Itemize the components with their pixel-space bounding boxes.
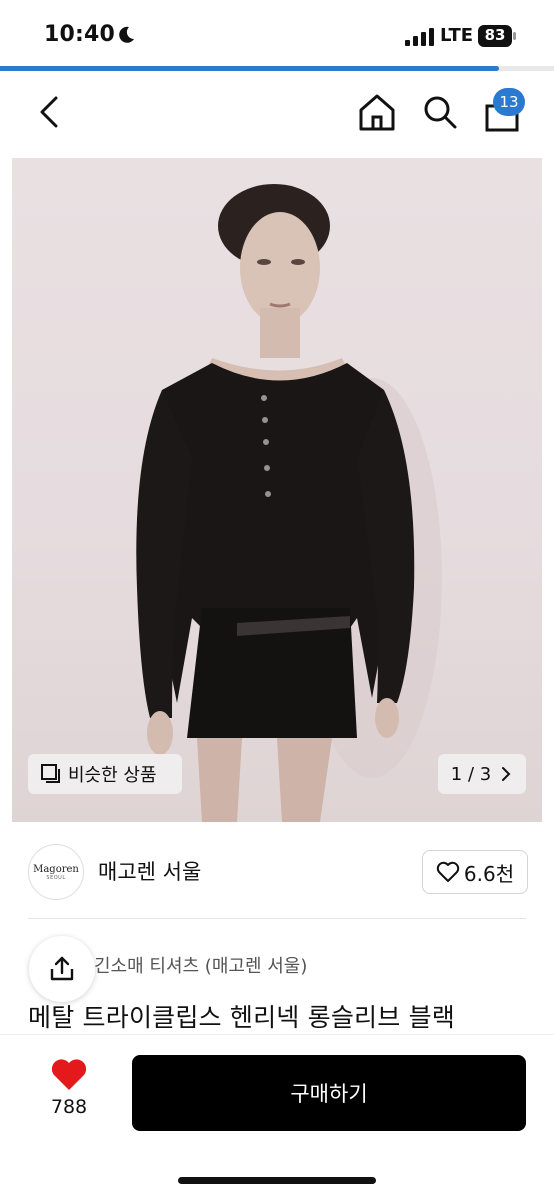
similar-products-label: 비슷한 상품 (68, 765, 157, 786)
network-label: LTE (440, 25, 474, 46)
divider (28, 918, 526, 919)
home-indicator (178, 1177, 376, 1184)
share-button[interactable] (29, 936, 95, 1002)
brand-like-button[interactable]: 6.6천 (422, 850, 528, 894)
product-category[interactable]: 긴소매 티셔츠 (매고렌 서울) (94, 952, 307, 978)
chevron-right-icon (502, 767, 511, 781)
similar-products-button[interactable]: 비슷한 상품 (28, 754, 182, 794)
progress-fill (0, 66, 499, 71)
wish-count: 788 (50, 1096, 88, 1118)
signal-icon (405, 28, 434, 46)
brand-logo-sub: SEOUL (46, 874, 66, 881)
heart-filled-icon (51, 1059, 87, 1090)
cart-count-badge: 13 (493, 88, 525, 116)
progress-bar (0, 66, 554, 71)
brand-name[interactable]: 매고렌 서울 (98, 856, 201, 886)
search-icon[interactable] (420, 92, 460, 132)
page-indicator[interactable]: 1 / 3 (438, 754, 526, 794)
product-photo (136, 184, 442, 822)
similar-icon (41, 764, 60, 783)
page-indicator-text: 1 / 3 (450, 763, 492, 785)
brand-logo-text: Magoren (33, 863, 79, 875)
battery-icon: 83 (478, 25, 518, 47)
brand-like-count: 6.6천 (463, 861, 515, 886)
back-icon[interactable] (30, 92, 70, 132)
product-title: 메탈 트라이클립스 헨리넥 롱슬리브 블랙 (28, 1003, 455, 1032)
brand-logo[interactable]: Magoren SEOUL (28, 844, 84, 900)
home-icon[interactable] (357, 92, 397, 132)
product-image[interactable]: 비슷한 상품 1 / 3 (12, 158, 542, 822)
buy-button[interactable]: 구매하기 (132, 1055, 526, 1131)
wish-button[interactable]: 788 (40, 1058, 98, 1128)
status-time: 10:40 (44, 22, 116, 47)
heart-outline-icon (436, 861, 460, 882)
share-icon (50, 956, 74, 981)
battery-level: 83 (484, 26, 506, 44)
moon-icon (119, 26, 134, 43)
